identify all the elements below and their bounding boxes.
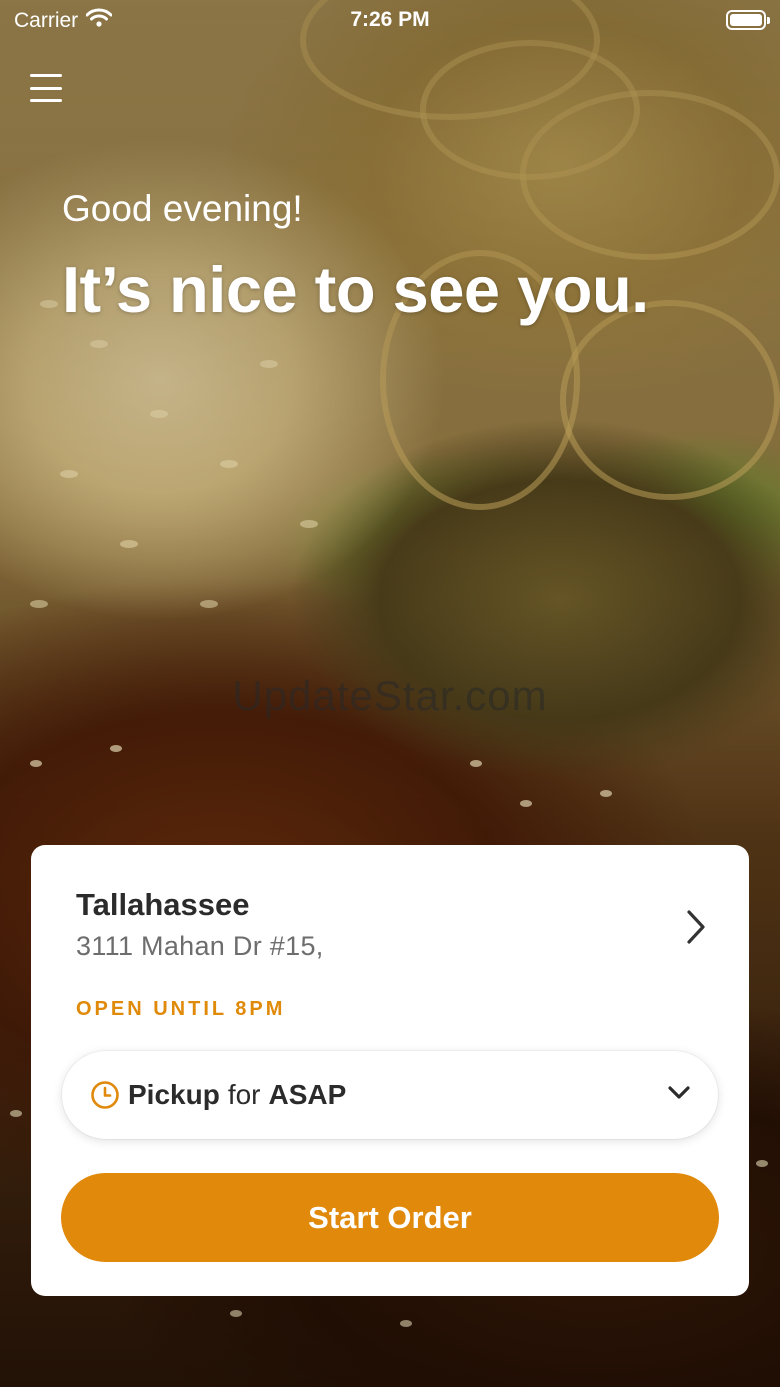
order-time: ASAP <box>268 1079 347 1110</box>
order-type-dropdown[interactable]: Pickup for ASAP <box>62 1051 718 1139</box>
battery-icon <box>726 10 770 30</box>
greeting-text: Good evening! <box>62 188 303 229</box>
chevron-right-icon <box>685 909 707 950</box>
welcome-headline: It’s nice to see you. <box>62 253 649 326</box>
location-address: 3111 Mahan Dr #15, <box>76 931 324 961</box>
clock-icon <box>90 1080 120 1110</box>
start-order-button[interactable]: Start Order <box>61 1173 719 1262</box>
watermark-text: UpdateStar.com <box>232 672 548 719</box>
open-hours-label: OPEN UNTIL 8PM <box>76 998 286 1020</box>
order-connector: for <box>227 1079 261 1110</box>
menu-icon[interactable] <box>30 74 62 102</box>
chevron-down-icon <box>668 1085 690 1106</box>
order-card: Tallahassee 3111 Mahan Dr #15, OPEN UNTI… <box>31 845 749 1296</box>
clock-time: 7:26 PM <box>350 8 430 31</box>
location-selector[interactable]: Tallahassee 3111 Mahan Dr #15, <box>76 887 709 962</box>
status-bar: Carrier 7:26 PM <box>0 0 780 40</box>
order-mode: Pickup <box>128 1079 220 1110</box>
location-name: Tallahassee <box>76 887 250 922</box>
